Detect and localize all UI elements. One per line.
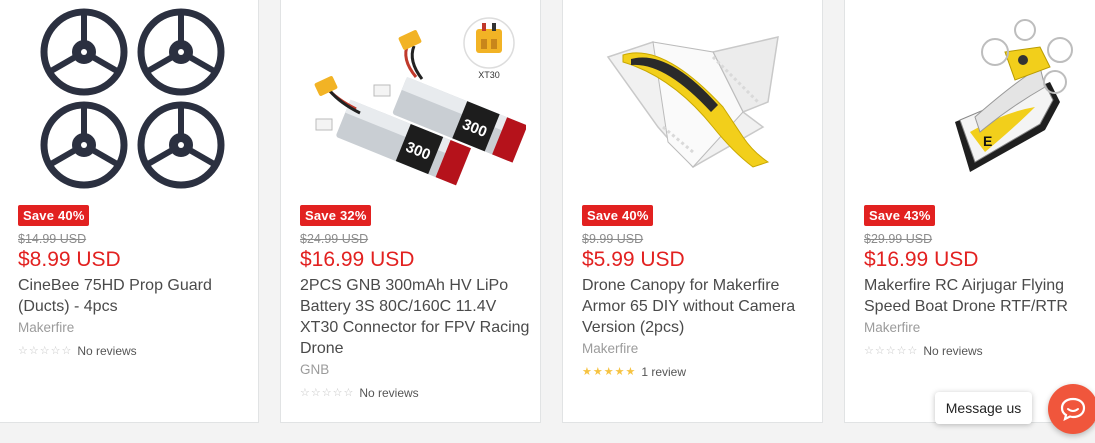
compare-price: $14.99 USD bbox=[18, 232, 87, 246]
product-card[interactable]: E Save 43% $29.99 USD $16.99 USD Makerfi… bbox=[844, 0, 1095, 423]
lipo-battery-image: XT30 300 300 bbox=[314, 17, 526, 186]
message-us-label[interactable]: Message us bbox=[935, 392, 1032, 424]
xt30-connector-icon: XT30 bbox=[462, 17, 515, 80]
product-info: Save 32% $24.99 USD $16.99 USD 2PCS GNB … bbox=[300, 205, 530, 401]
svg-text:E: E bbox=[983, 133, 992, 149]
sale-price: $16.99 USD bbox=[300, 248, 415, 271]
product-vendor[interactable]: GNB bbox=[300, 361, 530, 379]
sale-price: $8.99 USD bbox=[18, 248, 121, 271]
sale-price: $16.99 USD bbox=[864, 248, 979, 271]
chat-widget: Message us bbox=[935, 384, 1095, 438]
svg-text:XT30: XT30 bbox=[478, 70, 500, 80]
product-title[interactable]: Drone Canopy for Makerfire Armor 65 DIY … bbox=[582, 275, 812, 338]
product-info: Save 40% $9.99 USD $5.99 USD Drone Canop… bbox=[582, 205, 812, 380]
product-card[interactable]: Save 40% $14.99 USD $8.99 USD CineBee 75… bbox=[0, 0, 259, 423]
sale-badge: Save 32% bbox=[300, 205, 371, 226]
star-rating-icon: ☆☆☆☆☆ bbox=[864, 345, 919, 357]
product-card[interactable]: Save 40% $9.99 USD $5.99 USD Drone Canop… bbox=[562, 0, 823, 423]
review-count: No reviews bbox=[359, 386, 419, 400]
compare-price: $9.99 USD bbox=[582, 232, 644, 246]
product-info: Save 43% $29.99 USD $16.99 USD Makerfire… bbox=[864, 205, 1094, 359]
product-vendor[interactable]: Makerfire bbox=[582, 340, 812, 358]
product-vendor[interactable]: Makerfire bbox=[864, 319, 1094, 337]
speed-boat-drone-image: E bbox=[954, 18, 1073, 172]
prop-guard-image bbox=[40, 8, 224, 188]
compare-price: $29.99 USD bbox=[864, 232, 933, 246]
sale-badge: Save 43% bbox=[864, 205, 935, 226]
product-title[interactable]: 2PCS GNB 300mAh HV LiPo Battery 3S 80C/1… bbox=[300, 275, 530, 359]
product-title[interactable]: CineBee 75HD Prop Guard (Ducts) - 4pcs bbox=[18, 275, 248, 317]
rating-row: ☆☆☆☆☆ No reviews bbox=[864, 343, 1094, 359]
review-count: No reviews bbox=[77, 344, 137, 358]
rating-row: ☆☆☆☆☆ No reviews bbox=[300, 385, 530, 401]
rating-row: ★★★★★ 1 review bbox=[582, 364, 812, 380]
star-rating-icon: ☆☆☆☆☆ bbox=[300, 387, 355, 399]
chat-button[interactable] bbox=[1048, 384, 1095, 434]
rating-row: ☆☆☆☆☆ No reviews bbox=[18, 343, 248, 359]
star-rating-icon: ☆☆☆☆☆ bbox=[18, 345, 73, 357]
product-grid: Save 40% $14.99 USD $8.99 USD CineBee 75… bbox=[0, 0, 1095, 443]
sale-price: $5.99 USD bbox=[582, 248, 685, 271]
drone-canopy-image bbox=[606, 35, 779, 168]
product-card[interactable]: XT30 300 300 Save 32% $24.99 USD $16.99 … bbox=[280, 0, 541, 423]
chat-bubble-icon bbox=[1060, 397, 1086, 421]
compare-price: $24.99 USD bbox=[300, 232, 369, 246]
review-count: 1 review bbox=[641, 365, 686, 379]
review-count: No reviews bbox=[923, 344, 983, 358]
star-rating-icon: ★★★★★ bbox=[582, 366, 637, 378]
product-image[interactable]: XT30 300 300 bbox=[281, 0, 540, 204]
product-image[interactable] bbox=[563, 0, 822, 204]
product-image[interactable]: E bbox=[845, 0, 1095, 204]
sale-badge: Save 40% bbox=[18, 205, 89, 226]
product-info: Save 40% $14.99 USD $8.99 USD CineBee 75… bbox=[18, 205, 248, 359]
sale-badge: Save 40% bbox=[582, 205, 653, 226]
product-vendor[interactable]: Makerfire bbox=[18, 319, 248, 337]
product-title[interactable]: Makerfire RC Airjugar Flying Speed Boat … bbox=[864, 275, 1094, 317]
product-image[interactable] bbox=[0, 0, 258, 204]
